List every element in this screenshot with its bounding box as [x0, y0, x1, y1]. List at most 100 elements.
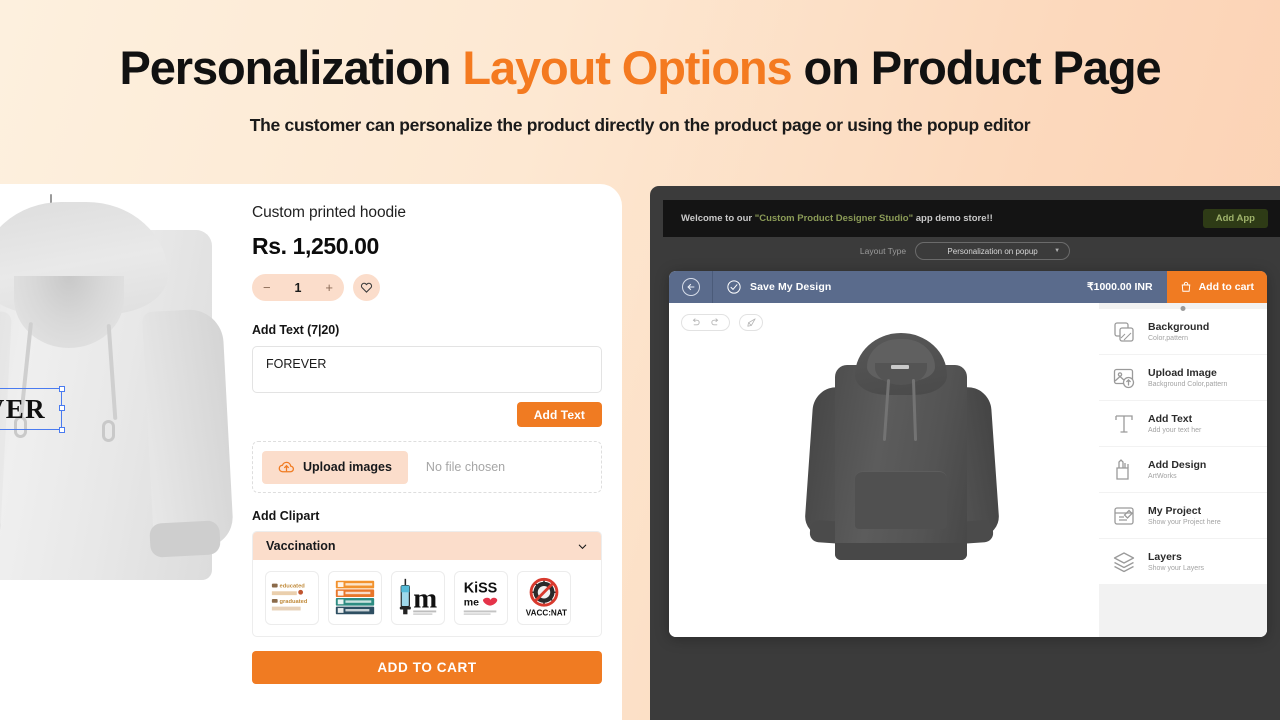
- save-my-design-button[interactable]: Save My Design: [726, 279, 831, 295]
- clipart-category-dropdown[interactable]: Vaccination: [253, 532, 601, 560]
- sidebar-my-project-title: My Project: [1148, 505, 1202, 517]
- clipart-thumb-syringe-m[interactable]: m: [391, 571, 445, 625]
- sidebar-my-project-subtitle: Show your Project here: [1148, 519, 1221, 526]
- brush-tool-button[interactable]: [739, 314, 763, 331]
- selection-handle-tr[interactable]: [58, 385, 65, 392]
- add-text-input[interactable]: FOREVER: [252, 346, 602, 393]
- page-subtitle: The customer can personalize the product…: [249, 115, 1031, 135]
- hoodie-sleeve-right: [141, 308, 235, 550]
- add-to-cart-button[interactable]: ADD TO CART: [252, 651, 602, 684]
- store-announcement-bar: Welcome to our "Custom Product Designer …: [663, 200, 1280, 237]
- editor-toolbar: Save My Design ₹1000.00 INR Add to cart: [669, 271, 1267, 303]
- quantity-stepper[interactable]: − 1 +: [252, 274, 344, 301]
- layout-type-dropdown[interactable]: Personalization on popup ▼: [915, 242, 1071, 260]
- sidebar-item-background[interactable]: Background Color,pattern: [1099, 309, 1267, 354]
- sidebar-add-design-title: Add Design: [1148, 459, 1207, 471]
- sidebar-background-title: Background: [1148, 321, 1210, 333]
- welcome-prefix: Welcome to our: [681, 213, 755, 224]
- page-title: Personalization Layout Options on Produc…: [0, 40, 1280, 95]
- clipart-thumb-checklist[interactable]: [328, 571, 382, 625]
- add-text-button-row: Add Text: [252, 402, 602, 427]
- welcome-app-name: "Custom Product Designer Studio": [754, 213, 914, 224]
- layout-type-row: Layout Type Personalization on popup ▼: [650, 239, 1280, 263]
- dark-hoodie-pocket: [855, 471, 947, 529]
- product-price: Rs. 1,250.00: [252, 233, 379, 259]
- canvas-text-object[interactable]: REVER: [0, 392, 56, 426]
- upload-images-dropzone[interactable]: Upload images No file chosen: [252, 441, 602, 493]
- undo-redo-group[interactable]: [681, 314, 730, 331]
- editor-add-to-cart-label: Add to cart: [1198, 281, 1254, 293]
- welcome-suffix: app demo store!!: [913, 213, 993, 224]
- canvas-tool-pills: [681, 314, 763, 331]
- editor-add-to-cart-button[interactable]: Add to cart: [1166, 271, 1267, 303]
- clipart-thumb-kiss-me[interactable]: KiSS me: [454, 571, 508, 625]
- add-to-wishlist-button[interactable]: [353, 274, 380, 301]
- clipart-grid: educated graduated m KiSS me VACC:NAT: [253, 560, 601, 636]
- upload-image-icon: [1111, 365, 1137, 391]
- product-page-card: REVER Custom printed hoodie Rs. 1,250.00…: [0, 184, 622, 720]
- product-title: Custom printed hoodie: [252, 204, 406, 221]
- hoodie-drawstring-tip-right: [102, 420, 115, 442]
- arrow-left-icon: [687, 283, 695, 291]
- page-title-part2: on Product Page: [791, 41, 1162, 94]
- selection-handle-mr[interactable]: [58, 405, 65, 411]
- svg-text:educated: educated: [280, 583, 306, 589]
- editor-back-button[interactable]: [682, 278, 700, 296]
- layers-stack-icon: [1111, 549, 1137, 575]
- product-designer-modal: Save My Design ₹1000.00 INR Add to cart: [669, 271, 1267, 637]
- vaccination-checklist-clipart-icon: [335, 580, 375, 615]
- svg-text:VACC:NATED: VACC:NATED: [526, 608, 567, 617]
- hoodie-cuff-right: [149, 520, 221, 558]
- sidebar-upload-image-subtitle: Background Color,pattern: [1148, 381, 1228, 388]
- clipart-thumb-educated[interactable]: educated graduated: [265, 571, 319, 625]
- upload-cloud-icon: [278, 461, 294, 472]
- undo-icon[interactable]: [690, 317, 701, 328]
- upload-images-button[interactable]: Upload images: [262, 450, 408, 484]
- redo-icon[interactable]: [710, 317, 721, 328]
- my-project-icon: [1111, 503, 1137, 529]
- design-canvas[interactable]: [669, 303, 1099, 637]
- clipart-thumb-vaccinated[interactable]: VACC:NATED: [517, 571, 571, 625]
- quantity-value: 1: [294, 280, 302, 295]
- page-title-accent: Layout Options: [462, 41, 792, 94]
- sidebar-item-layers[interactable]: Layers Show your Layers: [1099, 539, 1267, 584]
- add-app-button[interactable]: Add App: [1202, 209, 1268, 228]
- sidebar-item-add-text[interactable]: Add Text Add your text her: [1099, 401, 1267, 446]
- chevron-down-icon: ▼: [1054, 248, 1061, 254]
- add-clipart-label: Add Clipart: [252, 509, 320, 523]
- clipart-section: Vaccination educated graduated m KiSS me…: [252, 531, 602, 637]
- editor-price: ₹1000.00 INR: [1086, 281, 1153, 293]
- sidebar-item-my-project[interactable]: My Project Show your Project here: [1099, 493, 1267, 538]
- add-text-label: Add Text (7|20): [252, 323, 340, 337]
- sidebar-add-text-subtitle: Add your text her: [1148, 427, 1202, 434]
- upload-images-label: Upload images: [303, 460, 392, 474]
- sidebar-item-add-design[interactable]: Add Design ArtWorks: [1099, 447, 1267, 492]
- layout-type-label: Layout Type: [859, 246, 907, 256]
- text-t-icon: [1111, 411, 1137, 437]
- save-my-design-label: Save My Design: [750, 281, 832, 293]
- sidebar-add-text-title: Add Text: [1148, 413, 1193, 425]
- toolbar-divider: [712, 271, 713, 303]
- save-cloud-check-icon: [727, 280, 741, 294]
- product-info-panel: Custom printed hoodie Rs. 1,250.00 − 1 +…: [252, 204, 602, 684]
- sidebar-item-upload-image[interactable]: Upload Image Background Color,pattern: [1099, 355, 1267, 400]
- no-file-chosen-text: No file chosen: [425, 460, 506, 474]
- svg-text:KiSS: KiSS: [464, 580, 498, 596]
- background-layers-icon: [1111, 319, 1137, 345]
- page-header: Personalization Layout Options on Produc…: [0, 0, 1280, 184]
- layout-type-value: Personalization on popup: [947, 246, 1038, 256]
- sidebar-layers-title: Layers: [1148, 551, 1182, 563]
- dark-hoodie-hem: [835, 543, 967, 560]
- popup-editor-demo-panel: Welcome to our "Custom Product Designer …: [650, 186, 1280, 720]
- educated-vaccinated-graduated-clipart-icon: educated graduated: [271, 583, 308, 611]
- selection-handle-br[interactable]: [58, 426, 65, 433]
- quantity-decrease-button[interactable]: −: [263, 280, 271, 295]
- add-text-button[interactable]: Add Text: [516, 402, 602, 427]
- dark-hoodie-label-tag: [891, 365, 909, 369]
- svg-text:graduated: graduated: [280, 599, 308, 605]
- product-image-canvas[interactable]: REVER: [0, 192, 244, 592]
- sidebar-add-design-subtitle: ArtWorks: [1148, 473, 1177, 480]
- quantity-increase-button[interactable]: +: [325, 280, 333, 295]
- sidebar-upload-image-title: Upload Image: [1148, 367, 1217, 379]
- chevron-down-icon: [578, 544, 587, 549]
